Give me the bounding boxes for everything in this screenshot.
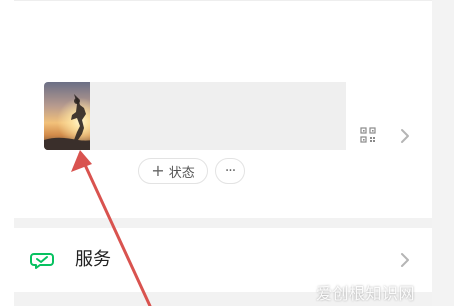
status-label: 状态 bbox=[168, 165, 195, 181]
add-status-button[interactable]: + 状态 bbox=[138, 158, 208, 184]
qr-code-icon[interactable] bbox=[360, 127, 376, 143]
top-divider bbox=[14, 0, 432, 1]
more-button[interactable]: ··· bbox=[215, 158, 245, 184]
watermark-text: 爱创根知识网 bbox=[316, 284, 416, 303]
services-chevron-right-icon[interactable] bbox=[400, 252, 410, 268]
right-edge bbox=[432, 0, 454, 306]
profile-chevron-right-icon[interactable] bbox=[400, 128, 410, 144]
chevron-right-icon bbox=[401, 253, 409, 267]
left-edge bbox=[0, 0, 14, 306]
profile-name-masked bbox=[90, 82, 346, 150]
chevron-right-icon bbox=[401, 129, 409, 143]
more-dots: ··· bbox=[224, 163, 236, 179]
plus-icon: + bbox=[151, 161, 165, 180]
qr-code-icon-svg bbox=[360, 127, 376, 143]
services-icon-svg bbox=[30, 253, 54, 269]
services-label: 服务 bbox=[75, 249, 111, 270]
services-icon bbox=[30, 250, 54, 270]
